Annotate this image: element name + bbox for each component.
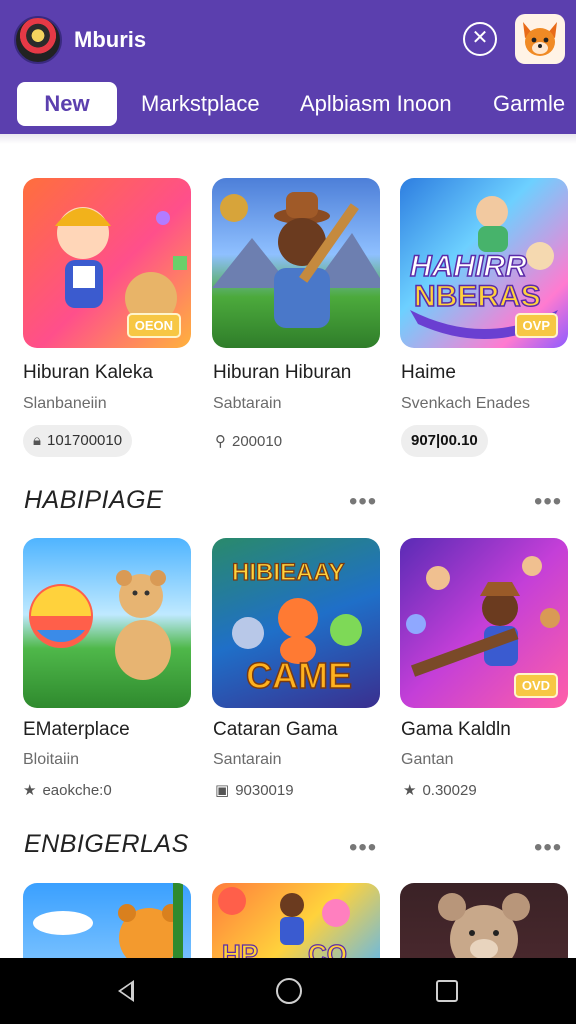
card-title[interactable]: Hiburan Hiburan xyxy=(213,362,351,384)
more-options-icon[interactable]: ••• xyxy=(349,490,377,514)
tab-aplbiasm-inoon[interactable]: Aplbiasm Inoon xyxy=(300,82,452,126)
brand[interactable]: Mburis xyxy=(14,16,146,64)
game-thumbnail: OEON xyxy=(23,178,191,348)
tab-marketplace[interactable]: Markstplace xyxy=(141,82,260,126)
more-options-icon[interactable]: ••• xyxy=(534,490,562,514)
more-options-icon[interactable]: ••• xyxy=(534,836,562,860)
meta-pill: 907|00.10 xyxy=(401,425,488,457)
card-title[interactable]: Haime xyxy=(401,362,456,384)
game-card[interactable]: HIBIEAAY CAME xyxy=(212,538,380,708)
meta-line: ★ eaokche:0 xyxy=(23,781,112,800)
location-icon: ⚲ xyxy=(215,433,226,450)
game-thumbnail xyxy=(23,538,191,708)
app-header: Mburis ✕ New Markstplace Aplbiasm Inoon … xyxy=(0,0,576,134)
home-icon[interactable] xyxy=(276,978,302,1004)
thumb-text: NBERAS xyxy=(414,280,541,313)
game-thumbnail: OVD xyxy=(400,538,568,708)
status-badge: OVP xyxy=(514,313,558,338)
meta-pill: 🔒︎ 101700010 xyxy=(23,425,133,457)
calendar-icon: ▣ xyxy=(215,782,230,799)
thumb-text: HAHIRR xyxy=(410,250,527,283)
header-shadow xyxy=(0,134,576,144)
app-logo-icon xyxy=(14,16,62,64)
back-icon[interactable] xyxy=(118,980,134,1002)
system-nav-bar xyxy=(0,958,576,1024)
game-card[interactable]: OVD xyxy=(400,538,568,708)
meta-value: 101700010 xyxy=(46,432,123,449)
lock-icon: 🔒︎ xyxy=(33,432,41,449)
game-thumbnail xyxy=(212,178,380,348)
section-title: ENBIGERLAS xyxy=(24,830,189,858)
card-subtitle: Slanbaneiin xyxy=(23,395,107,412)
star-icon: ★ xyxy=(403,782,417,799)
meta-value: eaokche:0 xyxy=(42,781,112,799)
game-card[interactable] xyxy=(212,178,380,348)
thumb-text: HIBIEAAY xyxy=(232,559,344,586)
game-card[interactable]: HAHIRR NBERAS OVP xyxy=(400,178,568,348)
app-name: Mburis xyxy=(74,27,147,52)
recent-apps-icon[interactable] xyxy=(436,980,458,1002)
card-title[interactable]: Hiburan Kaleka xyxy=(23,362,153,384)
meta-value: 9030019 xyxy=(235,781,294,799)
meta-line: ★ 0.30029 xyxy=(403,781,477,800)
tab-garmle[interactable]: Garmle xyxy=(493,82,565,126)
section-title: HABIPIAGE xyxy=(24,486,164,514)
thumb-text: CAME xyxy=(246,655,352,696)
card-subtitle: Bloitaiin xyxy=(23,751,80,768)
card-title[interactable]: EMaterplace xyxy=(23,719,130,741)
close-circle-icon[interactable]: ✕ xyxy=(463,22,497,56)
status-badge: OVD xyxy=(513,673,558,698)
meta-line: ▣ 9030019 xyxy=(215,781,294,800)
card-subtitle: Santarain xyxy=(213,751,282,768)
card-title[interactable]: Cataran Gama xyxy=(213,719,338,741)
meta-value: 200010 xyxy=(232,432,283,450)
card-subtitle: Sabtarain xyxy=(213,395,282,412)
game-thumbnail: HIBIEAAY CAME xyxy=(212,538,380,708)
game-card[interactable]: OEON xyxy=(23,178,191,348)
game-card[interactable] xyxy=(23,538,191,708)
card-subtitle: Gantan xyxy=(401,751,454,768)
tab-new[interactable]: New xyxy=(17,82,117,126)
fox-avatar-icon[interactable] xyxy=(515,14,565,64)
more-options-icon[interactable]: ••• xyxy=(349,836,377,860)
card-title[interactable]: Gama Kaldln xyxy=(401,719,511,741)
app-screen: Mburis ✕ New Markstplace Aplbiasm Inoon … xyxy=(0,0,576,1024)
tab-bar: New Markstplace Aplbiasm Inoon Garmle xyxy=(0,82,576,126)
card-subtitle: Svenkach Enades xyxy=(401,395,530,412)
meta-value: 0.30029 xyxy=(422,781,477,799)
meta-line: ⚲ 200010 xyxy=(215,432,283,451)
star-icon: ★ xyxy=(23,782,37,799)
status-badge: OEON xyxy=(126,313,181,338)
game-thumbnail: HAHIRR NBERAS OVP xyxy=(400,178,568,348)
